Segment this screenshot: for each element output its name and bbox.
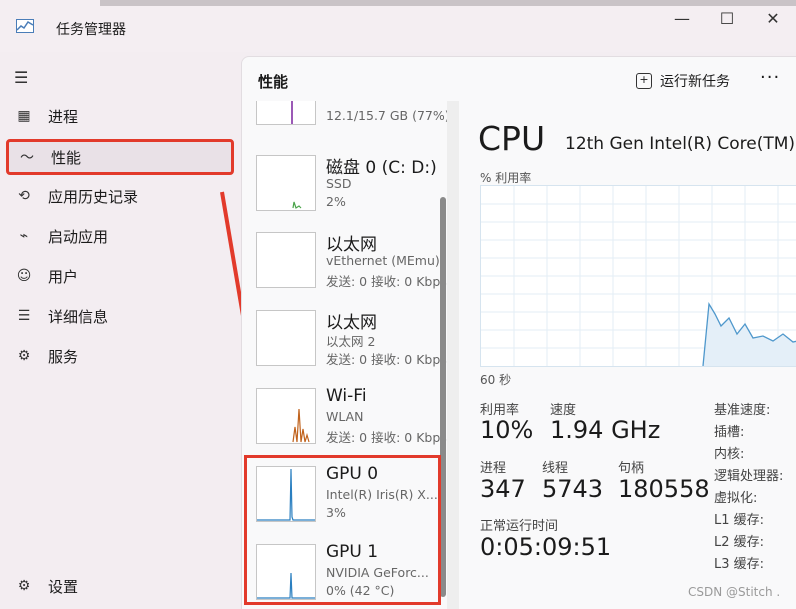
add-task-icon: + — [636, 73, 652, 89]
sidebar-item-settings[interactable]: ⚙ 设置 — [6, 570, 234, 602]
list-item-title: 磁盘 0 (C: D:) — [326, 158, 437, 178]
handle-value: 180558 — [618, 475, 710, 503]
sockets-label: 插槽: — [714, 425, 745, 440]
page-title: 性能 — [258, 73, 289, 91]
run-new-task-button[interactable]: + 运行新任务 — [636, 71, 730, 91]
sidebar-item-users[interactable]: ☺ 用户 — [6, 260, 234, 292]
hamburger-menu-icon[interactable]: ☰ — [14, 68, 28, 87]
disk-thumbnail — [256, 155, 316, 211]
sidebar-item-details[interactable]: ☰ 详细信息 — [6, 300, 234, 332]
sidebar-item-startup[interactable]: ⌁ 启动应用 — [6, 220, 234, 252]
graph-label: % 利用率 — [480, 171, 532, 185]
list-item-subtitle: vEthernet (MEmu) — [326, 253, 440, 268]
watermark: CSDN @Stitch . — [688, 585, 781, 599]
list-item-subtitle: SSD — [326, 176, 352, 191]
uptime-value: 0:05:09:51 — [480, 533, 612, 561]
more-options-button[interactable]: ··· — [760, 67, 780, 88]
memory-value: 12.1/15.7 GB (77%) — [326, 108, 447, 123]
performance-icon: 〜 — [20, 150, 34, 166]
cpu-model: 12th Gen Intel(R) Core(TM) — [565, 134, 796, 154]
list-item-title: 以太网 — [326, 313, 377, 333]
l1-cache-label: L1 缓存: — [714, 513, 765, 528]
thread-value: 5743 — [542, 475, 604, 503]
grid-icon: ▦ — [17, 108, 31, 124]
pane-splitter[interactable] — [447, 101, 459, 609]
close-button[interactable]: ✕ — [761, 8, 785, 32]
cpu-title: CPU — [478, 119, 546, 158]
list-item-value: 发送: 0 接收: 0 Kbps — [326, 274, 447, 289]
cpu-usage-graph — [480, 185, 796, 367]
list-item-value: 发送: 0 接收: 0 Kbps — [326, 430, 447, 445]
ethernet-thumbnail — [256, 232, 316, 288]
cpu-detail-panel: CPU 12th Gen Intel(R) Core(TM) % 利用率 60 … — [460, 101, 796, 609]
wifi-thumbnail — [256, 388, 316, 444]
process-label: 进程 — [480, 461, 507, 476]
memory-thumbnail — [256, 101, 316, 125]
sidebar-item-label: 应用历史记录 — [48, 187, 139, 206]
list-item-memory[interactable]: 12.1/15.7 GB (77%) — [256, 101, 447, 139]
sidebar-item-performance[interactable]: 〜 性能 — [6, 139, 234, 175]
process-value: 347 — [480, 475, 526, 503]
taskbar-strip — [100, 0, 796, 6]
list-item-subtitle: WLAN — [326, 409, 364, 424]
details-icon: ☰ — [17, 308, 31, 324]
sidebar-item-label: 性能 — [51, 148, 82, 167]
handle-label: 句柄 — [618, 461, 645, 476]
list-item-ethernet-2[interactable]: 以太网 以太网 2 发送: 0 接收: 0 Kbps — [256, 304, 447, 380]
maximize-button[interactable]: ☐ — [715, 8, 739, 32]
ethernet-thumbnail — [256, 310, 316, 366]
services-icon: ⚙ — [17, 348, 31, 364]
l2-cache-label: L2 缓存: — [714, 535, 765, 550]
list-item-ethernet-1[interactable]: 以太网 vEthernet (MEmu) 发送: 0 接收: 0 Kbps — [256, 226, 447, 302]
sidebar-item-label: 启动应用 — [48, 227, 109, 246]
list-item-value: 2% — [326, 194, 346, 209]
l3-cache-label: L3 缓存: — [714, 557, 765, 572]
sidebar-item-processes[interactable]: ▦ 进程 — [6, 100, 234, 132]
list-item-value: 发送: 0 接收: 0 Kbps — [326, 352, 447, 367]
sidebar-item-label: 设置 — [48, 577, 79, 596]
list-item-title: 以太网 — [326, 235, 377, 255]
startup-icon: ⌁ — [19, 228, 29, 244]
history-icon: ⟲ — [18, 188, 30, 204]
list-item-disk[interactable]: 磁盘 0 (C: D:) SSD 2% — [256, 149, 441, 225]
sidebar: ☰ ▦ 进程 〜 性能 ⟲ 应用历史记录 ⌁ 启动应用 ☺ 用户 ☰ 详细信息 … — [0, 52, 240, 609]
settings-icon: ⚙ — [17, 578, 31, 594]
sidebar-item-app-history[interactable]: ⟲ 应用历史记录 — [6, 180, 234, 212]
logical-processors-label: 逻辑处理器: — [714, 469, 784, 484]
sidebar-item-services[interactable]: ⚙ 服务 — [6, 340, 234, 372]
run-new-task-label: 运行新任务 — [660, 74, 730, 90]
usage-value: 10% — [480, 416, 534, 444]
base-speed-label: 基准速度: — [714, 403, 771, 418]
list-item-subtitle: 以太网 2 — [326, 334, 376, 349]
page-header: 性能 + 运行新任务 ··· — [242, 57, 796, 101]
virtualization-label: 虚拟化: — [714, 491, 758, 506]
users-icon: ☺ — [16, 268, 32, 284]
sidebar-item-label: 服务 — [48, 347, 79, 366]
list-item-wifi[interactable]: Wi-Fi WLAN 发送: 0 接收: 0 Kbps — [256, 382, 447, 458]
title-bar: 任务管理器 — ☐ ✕ — [0, 0, 796, 52]
speed-value: 1.94 GHz — [550, 416, 661, 444]
graph-time-span: 60 秒 — [480, 373, 512, 387]
sidebar-item-label: 详细信息 — [48, 307, 109, 326]
gpu-highlight-box — [244, 455, 441, 605]
task-manager-icon — [16, 19, 34, 33]
window-title: 任务管理器 — [56, 22, 126, 38]
sidebar-item-label: 用户 — [48, 267, 79, 286]
uptime-label: 正常运行时间 — [480, 519, 559, 534]
sidebar-item-label: 进程 — [48, 107, 79, 126]
minimize-button[interactable]: — — [670, 8, 694, 32]
cores-label: 内核: — [714, 447, 745, 462]
thread-label: 线程 — [542, 461, 569, 476]
list-item-title: Wi-Fi — [326, 386, 367, 406]
